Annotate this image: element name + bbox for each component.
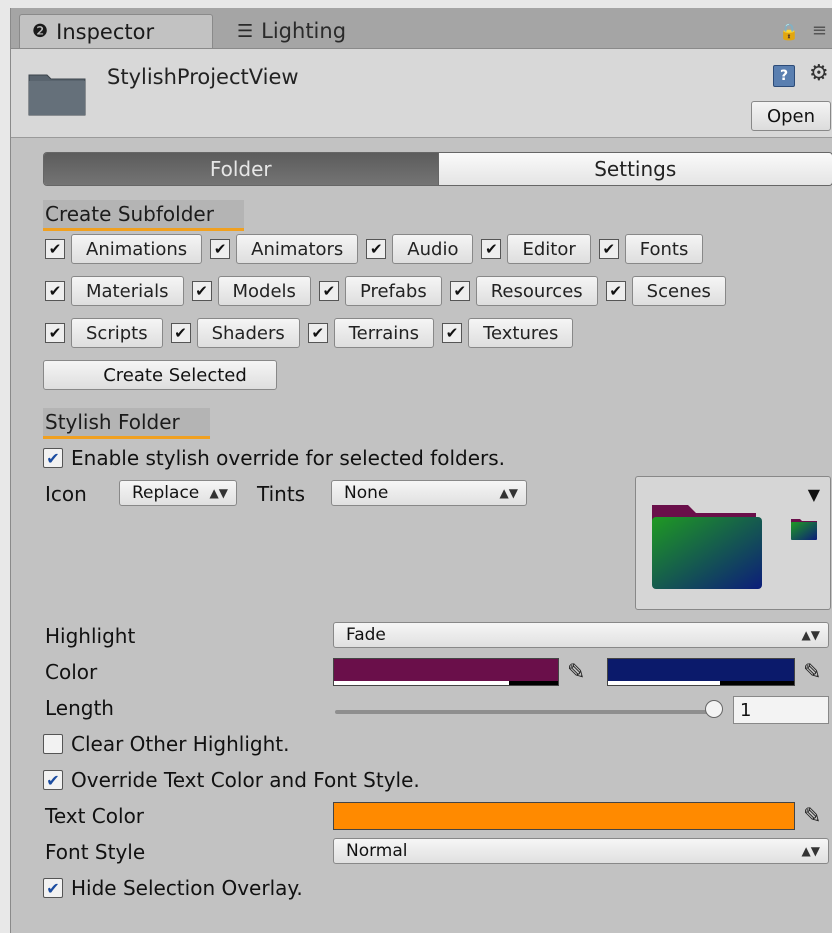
tab-folder[interactable]: Folder [44,153,438,185]
checkbox-icon[interactable]: ✔ [318,281,339,301]
tab-settings[interactable]: Settings [437,153,832,185]
alpha-bar-remainder [508,681,558,685]
inspector-header: StylishProjectView ? ⚙ Open [11,49,832,138]
subfolder-scenes[interactable]: ✔ Scenes [605,276,726,306]
length-slider-track[interactable] [335,710,713,714]
subfolder-audio[interactable]: ✔ Audio [366,234,474,264]
checkbox-icon[interactable]: ✔ [45,239,65,259]
tints-dropdown[interactable]: None ▲▼ [331,480,527,506]
length-input[interactable]: 1 [733,696,829,724]
icon-dropdown[interactable]: Replace ▲▼ [119,480,237,506]
alpha-bar [608,681,720,685]
subfolder-animations[interactable]: ✔ Animations [45,234,203,264]
gear-icon[interactable]: ⚙ [809,61,829,86]
subfolder-animators[interactable]: ✔ Animators [210,234,359,264]
subfolder-prefabs[interactable]: ✔ Prefabs [318,276,442,306]
enable-override-label: Enable stylish override for selected fol… [71,446,506,470]
clear-other-checkbox[interactable] [43,734,63,754]
subfolder-editor[interactable]: ✔ Editor [481,234,591,264]
eyedropper-icon[interactable]: ✎ [803,804,821,829]
alpha-bar [334,681,509,685]
sliders-icon: ☰ [237,20,254,42]
length-label: Length [45,696,114,720]
tab-lighting-label: Lighting [261,19,347,43]
subfolder-scripts[interactable]: ✔ Scripts [45,318,163,348]
font-style-dropdown[interactable]: Normal ▲▼ [333,838,829,864]
open-button[interactable]: Open [751,101,831,131]
create-subfolder-heading: Create Subfolder [43,200,244,231]
toggle-row-3: ✔ Scripts ✔ Shaders ✔ Terrains ✔ Textures [45,318,574,348]
tab-inspector[interactable]: ❷ Inspector [19,14,213,48]
tab-lighting[interactable]: ☰ Lighting [233,14,397,48]
color-label: Color [45,660,98,684]
checkbox-icon[interactable]: ✔ [170,323,191,343]
icon-label: Icon [45,482,87,506]
dropdown-arrow-icon: ▲▼ [801,844,820,858]
dropdown-arrow-icon: ▲▼ [499,486,518,500]
override-text-label: Override Text Color and Font Style. [71,768,420,792]
lock-icon[interactable]: 🔒 [779,22,799,41]
tab-inspector-label: Inspector [56,19,155,44]
checkbox-icon[interactable]: ✔ [605,281,626,301]
info-icon: ❷ [32,21,49,42]
font-style-label: Font Style [45,840,146,864]
help-icon[interactable]: ? [773,65,795,87]
toggle-row-1: ✔ Animations ✔ Animators ✔ Audio ✔ Editor ✔ F… [45,234,704,264]
subfolder-materials[interactable]: ✔ Materials [45,276,184,306]
checkbox-icon[interactable]: ✔ [45,323,65,343]
checkbox-icon[interactable]: ✔ [449,281,470,301]
eyedropper-icon[interactable]: ✎ [567,660,585,685]
checkbox-icon[interactable]: ✔ [366,239,387,259]
dropdown-arrow-icon: ▲▼ [209,486,228,500]
subfolder-textures[interactable]: ✔ Textures [442,318,574,348]
subfolder-resources[interactable]: ✔ Resources [449,276,598,306]
asset-name: StylishProjectView [107,65,299,89]
dropdown-arrow-icon: ▲▼ [801,628,820,642]
hide-selection-row[interactable]: ✔ Hide Selection Overlay. [43,876,303,900]
create-selected-button[interactable]: Create Selected [43,360,277,390]
subfolder-fonts[interactable]: ✔ Fonts [598,234,704,264]
subfolder-terrains[interactable]: ✔ Terrains [307,318,435,348]
checkbox-icon[interactable]: ✔ [45,281,65,301]
alpha-bar-remainder [719,681,794,685]
hide-selection-checkbox[interactable]: ✔ [43,878,63,898]
enable-override-row[interactable]: ✔ Enable stylish override for selected f… [43,446,505,470]
hide-selection-label: Hide Selection Overlay. [71,876,303,900]
highlight-color-left-swatch[interactable] [333,658,559,686]
tab-strip: ❷ Inspector ☰ Lighting 🔒 ≡ [11,8,832,49]
override-text-row[interactable]: ✔ Override Text Color and Font Style. [43,768,420,792]
clear-other-label: Clear Other Highlight. [71,732,290,756]
caret-down-icon[interactable]: ▼ [808,485,820,504]
text-color-label: Text Color [45,804,145,828]
folder-settings-toolbar: Folder Settings [43,152,832,186]
folder-small-icon [791,519,817,540]
highlight-label: Highlight [45,624,136,648]
checkbox-icon[interactable]: ✔ [442,323,463,343]
enable-override-checkbox[interactable]: ✔ [43,448,63,468]
highlight-dropdown[interactable]: Fade ▲▼ [333,622,829,648]
stylish-folder-heading: Stylish Folder [43,408,210,439]
checkbox-icon[interactable]: ✔ [191,281,212,301]
eyedropper-icon[interactable]: ✎ [803,660,821,685]
highlight-color-right-swatch[interactable] [607,658,795,686]
folder-preview[interactable]: ▼ [635,476,831,610]
subfolder-models[interactable]: ✔ Models [191,276,311,306]
menu-icon[interactable]: ≡ [812,20,827,41]
override-text-checkbox[interactable]: ✔ [43,770,63,790]
checkbox-icon[interactable]: ✔ [481,239,502,259]
subfolder-shaders[interactable]: ✔ Shaders [170,318,300,348]
folder-preview-icon [652,505,762,589]
length-slider-handle[interactable] [705,700,723,718]
checkbox-icon[interactable]: ✔ [210,239,231,259]
text-color-swatch[interactable] [333,802,795,830]
clear-other-row[interactable]: Clear Other Highlight. [43,732,289,756]
tints-label: Tints [257,482,306,506]
checkbox-icon[interactable]: ✔ [598,239,619,259]
inspector-window: ❷ Inspector ☰ Lighting 🔒 ≡ StylishProjec… [10,8,832,933]
checkbox-icon[interactable]: ✔ [307,323,328,343]
folder-icon [28,74,86,116]
toggle-row-2: ✔ Materials ✔ Models ✔ Prefabs ✔ Resources ✔… [45,276,726,306]
